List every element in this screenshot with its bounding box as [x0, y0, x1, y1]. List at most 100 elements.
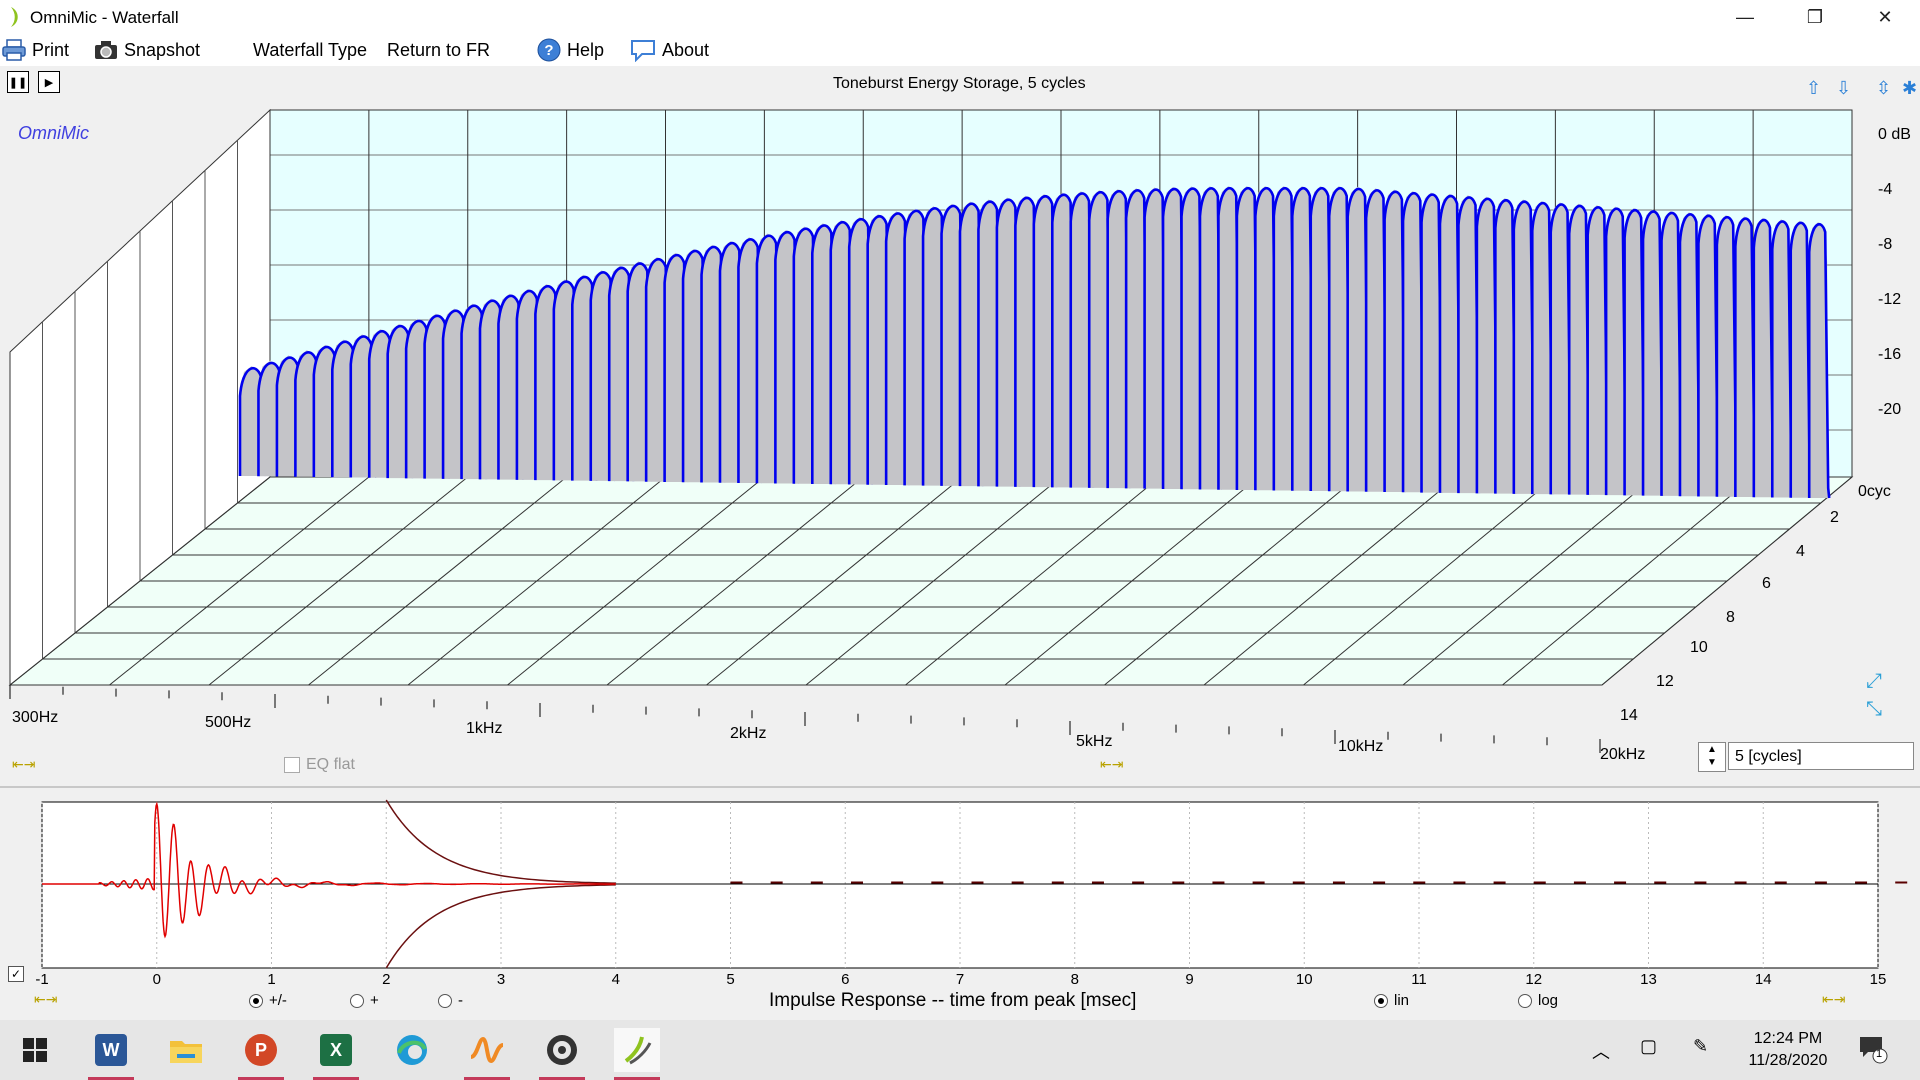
- window-title: OmniMic - Waterfall: [30, 8, 179, 27]
- pen-icon[interactable]: ✎: [1693, 1036, 1708, 1057]
- waterfall-type-menu[interactable]: Waterfall Type: [253, 38, 367, 62]
- impulse-x-tick-label: 15: [1870, 971, 1887, 988]
- db-tick-label: -8: [1878, 236, 1892, 253]
- speech-bubble-icon: [631, 40, 655, 62]
- notification-icon: [1860, 1037, 1888, 1064]
- brand-label: OmniMic: [18, 123, 89, 143]
- expand-icon[interactable]: ⤢: [1866, 670, 1882, 693]
- print-menu[interactable]: Print: [2, 38, 69, 62]
- restore-button[interactable]: ❐: [1780, 0, 1850, 34]
- printer-icon: [2, 39, 26, 61]
- impulse-x-tick-label: 4: [612, 971, 620, 988]
- cycles-spinner-buttons[interactable]: ▲ ▼: [1698, 742, 1726, 772]
- return-fr-menu[interactable]: Return to FR: [387, 38, 490, 62]
- cycle-tick-label: 0cyc: [1858, 483, 1891, 500]
- eq-flat-checkbox[interactable]: EQ flat: [284, 756, 355, 774]
- impulse-x-tick-label: -1: [35, 971, 48, 988]
- impulse-plot: -1 0 1 2 3 4 5 6 7 8 9 10 11 12 13 14 15: [35, 799, 1908, 988]
- impulse-x-tick-label: 6: [841, 971, 849, 988]
- eq-flat-label: EQ flat: [306, 756, 355, 773]
- notifications-button[interactable]: 1: [1858, 1034, 1888, 1069]
- help-icon: ?: [537, 38, 561, 62]
- freq-tick-label: 300Hz: [12, 709, 58, 726]
- scroll-up-icon[interactable]: ⇧: [1806, 78, 1821, 99]
- zoom-vertical-icon[interactable]: ⇳: [1876, 78, 1891, 99]
- edge-icon: [397, 1035, 427, 1065]
- tray-chevron-icon[interactable]: ︿: [1592, 1038, 1610, 1064]
- radio-lin[interactable]: lin: [1374, 992, 1409, 1009]
- close-button[interactable]: ✕: [1850, 0, 1920, 34]
- print-label: Print: [32, 39, 70, 60]
- clock-date: 11/28/2020: [1748, 1052, 1828, 1069]
- impulse-x-tick-label: 9: [1185, 971, 1193, 988]
- clock-time: 12:24 PM: [1753, 1030, 1823, 1047]
- about-label: About: [662, 39, 710, 60]
- cycle-tick-label: 8: [1726, 609, 1735, 626]
- freq-pan-arrow-icon[interactable]: ⇤⇥: [1100, 756, 1123, 773]
- omnimic-app[interactable]: [614, 1028, 660, 1080]
- snapshot-label: Snapshot: [124, 39, 201, 60]
- svg-text:?: ?: [544, 42, 553, 59]
- snapshot-menu[interactable]: Snapshot: [94, 38, 200, 62]
- radio-log[interactable]: log: [1518, 992, 1558, 1009]
- wave-app[interactable]: [464, 1028, 510, 1080]
- help-menu[interactable]: ? Help: [537, 38, 604, 62]
- scroll-down-icon[interactable]: ⇩: [1836, 78, 1851, 99]
- cycle-tick-label: 2: [1830, 509, 1839, 526]
- start-button[interactable]: [12, 1028, 58, 1072]
- impulse-x-tick-label: 11: [1411, 971, 1427, 988]
- omnimic-app-icon: [624, 1036, 652, 1065]
- cycle-tick-label: 12: [1656, 673, 1674, 690]
- minimize-button[interactable]: —: [1710, 0, 1780, 34]
- taskbar: W P X ︿ ▢ ✎ 12:24 PM 11/28/2020 1: [0, 1020, 1920, 1080]
- cycle-tick-label: 10: [1690, 639, 1708, 656]
- impulse-checkbox[interactable]: ✓: [8, 966, 24, 982]
- radio-plus-label: +: [370, 992, 379, 1009]
- help-label: Help: [567, 39, 605, 60]
- cycle-tick-label: 4: [1796, 543, 1805, 560]
- explorer-app[interactable]: [163, 1028, 209, 1072]
- word-app[interactable]: W: [88, 1028, 134, 1080]
- waterfall-panel: ❚❚ ▶ 0 dB -4 -8 -12 -16 -20 0cyc 2 4 6 8 10 12 14 300H…: [0, 66, 1920, 786]
- menu-bar: Print Snapshot Waterfall Type Return to …: [0, 34, 1920, 66]
- impulse-left-arrow-icon[interactable]: ⇤⇥: [34, 991, 57, 1008]
- freq-tick-label: 10kHz: [1338, 738, 1383, 755]
- freq-tick-label: 2kHz: [730, 725, 766, 742]
- windows-icon: [23, 1038, 47, 1062]
- impulse-x-tick-label: 13: [1640, 971, 1657, 988]
- radio-plus-minus[interactable]: +/-: [249, 992, 287, 1009]
- impulse-xlabel: Impulse Response -- time from peak [msec…: [769, 990, 1137, 1011]
- vinyl-icon: [547, 1035, 577, 1065]
- shrink-icon[interactable]: ⤡: [1866, 698, 1882, 721]
- radio-minus-label: -: [458, 992, 463, 1009]
- radio-minus[interactable]: -: [438, 992, 463, 1009]
- about-menu[interactable]: About: [630, 38, 709, 62]
- word-icon: W: [95, 1034, 127, 1066]
- cycle-tick-label: 6: [1762, 575, 1771, 592]
- waterfall-title: Toneburst Energy Storage, 5 cycles: [833, 75, 1086, 92]
- cycle-tick-label: 14: [1620, 707, 1638, 724]
- notification-count: 1: [1876, 1048, 1883, 1060]
- impulse-x-tick-label: 3: [497, 971, 505, 988]
- radio-log-label: log: [1538, 992, 1559, 1009]
- cycles-input[interactable]: 5 [cycles]: [1728, 742, 1914, 770]
- db-tick-label: -12: [1878, 291, 1901, 308]
- impulse-right-arrow-icon[interactable]: ⇤⇥: [1822, 991, 1845, 1008]
- powerpoint-app[interactable]: P: [238, 1028, 284, 1080]
- radio-plus-minus-label: +/-: [269, 992, 287, 1009]
- excel-app[interactable]: X: [313, 1028, 359, 1080]
- waveform-app-icon: [470, 1036, 504, 1064]
- settings-icon[interactable]: ✱: [1902, 78, 1917, 99]
- impulse-x-tick-label: 8: [1071, 971, 1079, 988]
- meet-now-icon[interactable]: ▢: [1640, 1036, 1657, 1057]
- impulse-panel: -1 0 1 2 3 4 5 6 7 8 9 10 11 12 13 14 15 ✓ ⇤⇥ ⇤⇥ +/- + -…: [0, 786, 1920, 1022]
- db-tick-label: 0 dB: [1878, 126, 1911, 143]
- radio-plus[interactable]: +: [350, 992, 379, 1009]
- impulse-x-tick-label: 12: [1525, 971, 1542, 988]
- impulse-x-tick-label: 2: [382, 971, 390, 988]
- edge-app[interactable]: [389, 1028, 435, 1072]
- audio-app[interactable]: [539, 1028, 585, 1080]
- clock[interactable]: 12:24 PM 11/28/2020: [1738, 1028, 1838, 1072]
- freq-left-arrow-icon[interactable]: ⇤⇥: [12, 756, 35, 773]
- radio-lin-label: lin: [1394, 992, 1410, 1009]
